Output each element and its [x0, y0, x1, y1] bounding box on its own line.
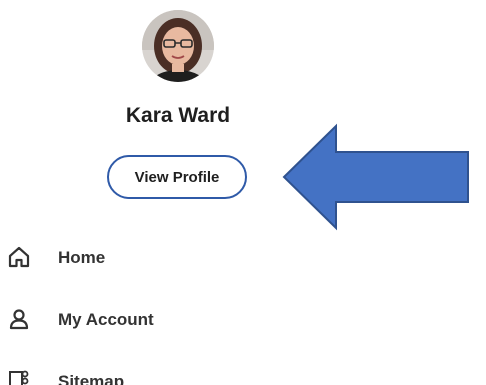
nav-item-my-account-label: My Account	[58, 310, 154, 329]
view-profile-label: View Profile	[134, 168, 220, 186]
nav-item-home[interactable]: Home	[0, 236, 300, 276]
nav-item-sitemap-label: Sitemap	[58, 372, 125, 385]
sitemap-icon	[9, 370, 29, 385]
user-name: Kara Ward	[125, 104, 231, 127]
profile-menu-panel: Kara Ward View Profile Home My Account S…	[0, 0, 486, 385]
view-profile-button[interactable]: View Profile	[107, 155, 247, 199]
home-icon	[8, 246, 30, 268]
nav-item-sitemap[interactable]: Sitemap	[0, 360, 300, 385]
nav-item-my-account[interactable]: My Account	[0, 298, 300, 338]
avatar[interactable]	[142, 10, 214, 82]
nav-item-home-label: Home	[58, 248, 106, 267]
user-photo-icon	[142, 10, 214, 82]
person-icon	[9, 309, 29, 330]
left-arrow-icon	[282, 123, 469, 231]
